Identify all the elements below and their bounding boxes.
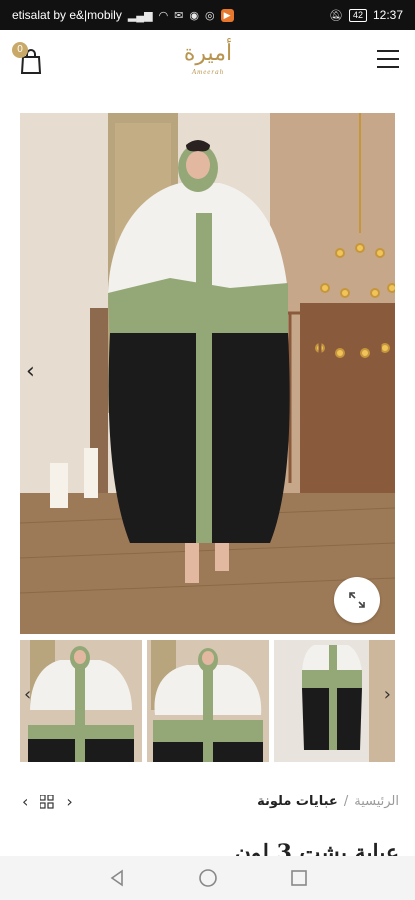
back-icon[interactable]	[108, 869, 126, 887]
recents-icon[interactable]	[290, 869, 308, 887]
breadcrumb: الرئيسية / عبايات ملونة	[257, 794, 399, 809]
breadcrumb-home[interactable]: الرئيسية	[354, 794, 399, 809]
location-icon: ◉	[189, 9, 199, 22]
prev-image-arrow[interactable]: ‹	[26, 359, 35, 384]
carrier-label: etisalat by e&|mobily	[12, 8, 122, 22]
thumbnail-image	[20, 640, 142, 762]
system-nav-bar	[0, 856, 415, 900]
hamburger-menu-button[interactable]	[377, 50, 399, 68]
whatsapp-icon: ◎	[205, 9, 215, 22]
logo-english: Ameerah	[191, 68, 225, 76]
cart-button[interactable]: 0	[12, 42, 46, 76]
home-icon[interactable]	[198, 868, 218, 888]
clock: 12:37	[372, 8, 403, 22]
thumbnail-2[interactable]	[147, 640, 269, 762]
signal-icon: ▂▄▆	[127, 9, 153, 22]
site-header: 0 أميرة Ameerah	[0, 30, 415, 92]
logo-arabic: أميرة	[183, 41, 233, 66]
prev-product-arrow[interactable]: ‹	[22, 792, 28, 811]
status-bar: etisalat by e&|mobily ▂▄▆ ◠ ✉ ◉ ◎ ▶ 🔕︎ 4…	[0, 0, 415, 30]
zoom-button[interactable]	[334, 577, 380, 623]
abaya-photo	[20, 113, 395, 634]
product-main-image[interactable]: ‹	[20, 113, 395, 634]
thumbnail-strip: ‹ ›	[20, 640, 395, 762]
mute-icon: 🔕︎	[328, 9, 343, 22]
thumbnail-1[interactable]: ‹	[20, 640, 142, 762]
thumbnail-image	[147, 640, 269, 762]
breadcrumb-separator: /	[343, 794, 349, 809]
thumbs-next-arrow[interactable]: ›	[384, 684, 391, 705]
breadcrumb-category[interactable]: عبايات ملونة	[257, 794, 338, 809]
mail-icon: ✉	[174, 9, 184, 22]
next-product-arrow[interactable]: ›	[66, 792, 72, 811]
product-nav: ‹ ›	[22, 792, 73, 811]
app-notification-icon: ▶	[220, 8, 234, 22]
site-logo[interactable]: أميرة Ameerah	[176, 40, 240, 86]
wifi-icon: ◠	[158, 9, 169, 22]
thumbs-prev-arrow[interactable]: ‹	[24, 684, 31, 705]
thumbnail-3[interactable]: ›	[274, 640, 395, 762]
expand-icon	[349, 592, 365, 608]
cart-count-badge: 0	[12, 42, 28, 58]
grid-icon[interactable]	[40, 794, 55, 809]
breadcrumb-row: ‹ › الرئيسية / عبايات ملونة	[0, 786, 415, 818]
thumbnail-image	[274, 640, 395, 762]
battery-indicator: 42	[348, 8, 367, 22]
